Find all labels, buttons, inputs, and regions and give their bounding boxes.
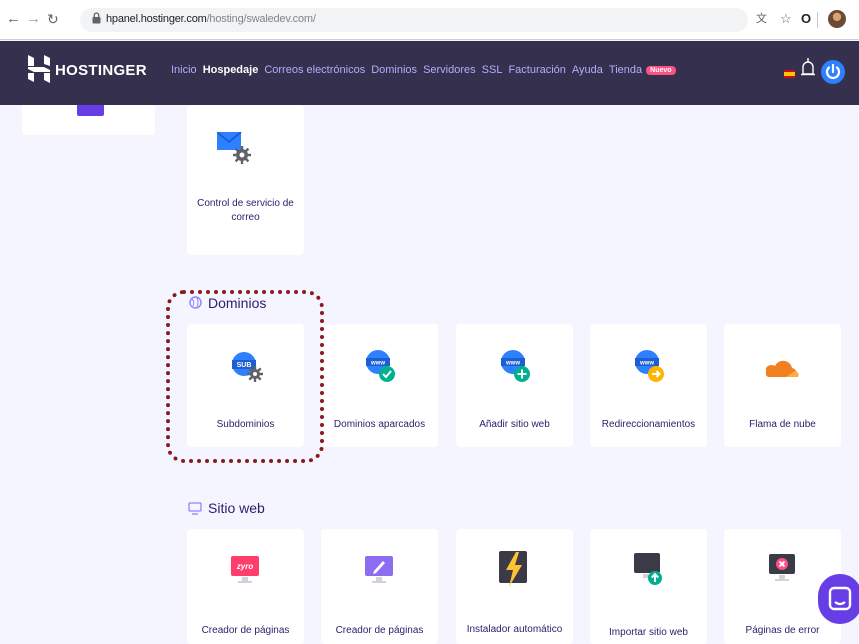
zyro-builder-icon: zyro [231,556,259,583]
url-path: /hosting/swaledev.com/ [206,13,316,25]
nav-item-ssl[interactable]: SSL [482,64,503,76]
account-power-button[interactable] [821,60,845,84]
parked-domain-globe-icon: www [366,350,395,382]
toolbar-divider [817,12,818,28]
forward-arrow-icon[interactable]: → [26,11,41,27]
card-label: Control de servicio de correo [197,198,294,223]
star-icon[interactable]: ☆ [780,12,792,26]
card-redireccionamientos[interactable]: www Redireccionamientos [590,324,707,447]
extension-icon[interactable]: O [801,12,811,26]
card-label: Páginas de error [745,625,820,636]
section-title-sitio-web: Sitio web [208,500,265,516]
card-control-servicio-correo[interactable]: Control de servicio de correo [187,105,304,255]
card-anadir-sitio-web[interactable]: www Añadir sitio web [456,324,573,447]
nav-item-tienda[interactable]: Tienda Nuevo [609,64,676,76]
nav-item-facturacion[interactable]: Facturación [508,64,565,76]
zyro-text: zyro [236,562,254,571]
svg-text:www: www [639,361,654,367]
browser-toolbar: ← → ↻ hpanel.hostinger.com/hosting/swale… [0,0,859,40]
card-instalador-automatico[interactable]: Instalador automático [456,529,573,644]
import-website-icon [634,553,662,585]
page-builder-pen-icon [365,556,393,583]
error-pages-icon [769,554,795,581]
new-badge: Nuevo [646,65,676,75]
main-nav: Inicio Hospedaje Correos electrónicos Do… [171,64,676,76]
nav-item-tienda-label: Tienda [608,64,643,76]
mail-settings-icon [217,132,251,164]
url-host: hpanel.hostinger.com [106,13,207,25]
nav-item-inicio[interactable]: Inicio [171,64,197,76]
card-dominios-aparcados[interactable]: www Dominios aparcados [321,324,438,447]
card-creador-paginas-zyro[interactable]: zyro Creador de páginas [187,529,304,644]
card-label: Flama de nube [749,419,816,430]
card-label: Añadir sitio web [479,419,550,430]
nav-item-dominios[interactable]: Dominios [371,64,417,76]
nav-item-ayuda[interactable]: Ayuda [572,64,603,76]
reload-icon[interactable]: ↻ [47,11,59,27]
nav-item-correos[interactable]: Correos electrónicos [264,64,365,76]
cloudflare-icon [766,360,799,377]
card-label: Importar sitio web [609,627,688,638]
lock-icon [92,12,101,24]
card-importar-sitio-web[interactable]: Importar sitio web [590,529,707,644]
auto-installer-bolt-icon [499,551,527,587]
logo-text[interactable]: HOSTINGER [55,62,147,79]
power-icon [825,63,841,79]
card-label: Instalador automático [466,624,563,635]
app-header: HOSTINGER Inicio Hospedaje Correos elect… [0,41,859,105]
highlight-annotation [166,290,324,463]
card-flama-de-nube[interactable]: Flama de nube [724,324,841,447]
svg-text:www: www [370,361,385,367]
card-label: Creador de páginas [201,625,290,636]
chat-icon [828,586,852,611]
svg-text:www: www [505,361,520,367]
nav-item-hospedaje[interactable]: Hospedaje [203,64,259,76]
redirect-globe-icon: www [635,350,664,382]
card-creador-paginas[interactable]: Creador de páginas [321,529,438,644]
translate-icon[interactable]: 文 [756,12,767,26]
chat-launcher-button[interactable] [818,574,859,624]
profile-avatar[interactable] [828,10,846,28]
bell-icon[interactable] [800,57,816,81]
nav-item-servidores[interactable]: Servidores [423,64,476,76]
url-text[interactable]: hpanel.hostinger.com/hosting/swaledev.co… [106,13,316,25]
card-label: Redireccionamientos [601,419,696,430]
add-website-globe-icon: www [501,350,530,382]
monitor-section-icon [188,502,202,515]
card-label: Dominios aparcados [333,419,426,430]
card-label: Creador de páginas [335,625,424,636]
spain-flag-icon[interactable] [784,70,795,78]
back-arrow-icon[interactable]: ← [6,11,21,27]
side-panel-accent [77,105,104,116]
hostinger-logo-icon[interactable] [28,55,50,83]
